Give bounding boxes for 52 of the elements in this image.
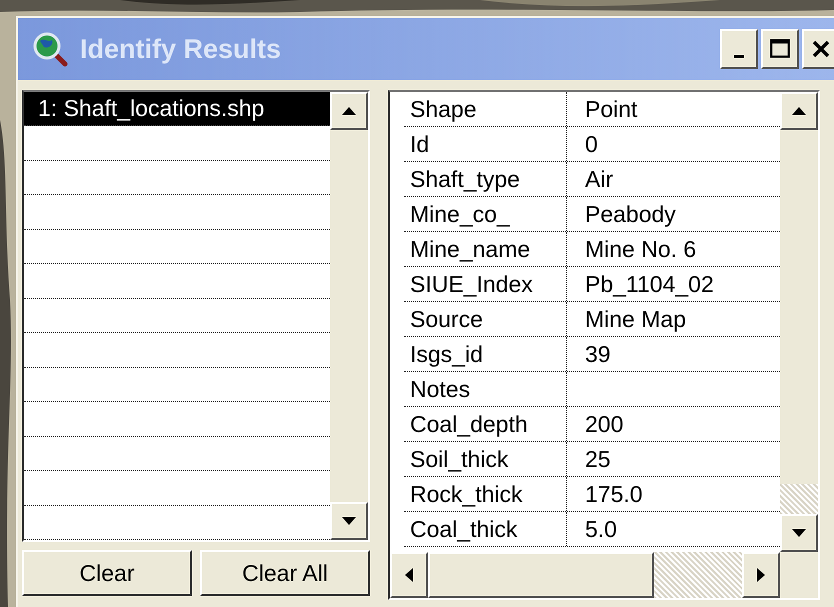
value-cell-text: Mine No. 6 xyxy=(584,234,696,264)
field-cell: Rock_thick xyxy=(404,477,567,511)
field-cell: Coal_thick xyxy=(404,512,567,546)
magnifier-globe-icon xyxy=(32,31,68,67)
scroll-up-button[interactable] xyxy=(330,92,368,130)
value-cell-text: 25 xyxy=(584,444,611,474)
value-cell-text: Air xyxy=(584,164,614,194)
scroll-down-button[interactable] xyxy=(780,514,818,552)
result-item[interactable]: 1: Shaft_locations.shp xyxy=(24,92,330,126)
window-title: Identify Results xyxy=(80,34,282,64)
scroll-down-button[interactable] xyxy=(330,502,368,540)
field-cell: Shaft_type xyxy=(404,162,567,196)
value-cell-text: Peabody xyxy=(584,200,676,229)
field-cell: SIUE_Index xyxy=(404,267,567,301)
down-arrow-icon xyxy=(792,529,806,537)
field-cell: Source xyxy=(404,302,567,336)
scrollbar[interactable] xyxy=(330,92,368,540)
scrollbar[interactable] xyxy=(780,92,818,552)
scroll-up-button[interactable] xyxy=(780,92,818,130)
field-cell: Notes xyxy=(404,372,567,406)
close-button[interactable] xyxy=(802,29,834,69)
maximize-icon xyxy=(769,38,791,60)
minimize-button[interactable] xyxy=(720,29,758,69)
field-cell: Soil_thick xyxy=(404,442,567,476)
field-cell: Shape xyxy=(404,92,567,126)
scroll-track[interactable] xyxy=(780,484,818,514)
close-icon xyxy=(811,39,831,59)
value-cell-text: 5.0 xyxy=(584,514,617,544)
value-cell-text: 0 xyxy=(584,130,598,158)
clear-button[interactable]: Clear xyxy=(22,550,192,596)
scroll-right-button[interactable] xyxy=(742,552,780,598)
value-cell-text: Mine Map xyxy=(584,304,686,334)
field-cell: Mine_name xyxy=(404,232,567,266)
right-arrow-icon xyxy=(757,568,765,582)
maximize-button[interactable] xyxy=(761,29,799,69)
scroll-thumb[interactable] xyxy=(428,552,654,598)
down-arrow-icon xyxy=(342,517,356,525)
up-arrow-icon xyxy=(342,107,356,115)
value-cell-text: Point xyxy=(584,94,638,124)
field-cell: Isgs_id xyxy=(404,337,567,371)
left-arrow-icon xyxy=(405,568,413,582)
field-cell: Coal_depth xyxy=(404,407,567,441)
value-cell-text: 175.0 xyxy=(584,480,643,508)
clear-button[interactable]: Clear All xyxy=(200,550,370,596)
scroll-left-button[interactable] xyxy=(390,552,428,598)
minimize-icon xyxy=(734,54,744,58)
field-cell: Id xyxy=(404,127,567,161)
value-cell-text: Pb_1104_02 xyxy=(584,270,714,298)
value-cell-text: 39 xyxy=(584,340,611,368)
up-arrow-icon xyxy=(792,107,806,115)
field-cell: Mine_co_ xyxy=(404,197,567,231)
value-cell-text: 200 xyxy=(584,410,624,438)
